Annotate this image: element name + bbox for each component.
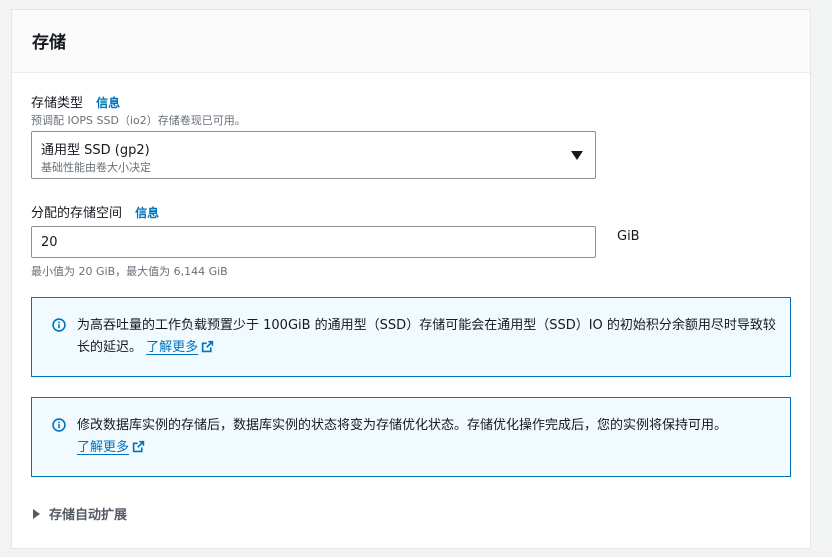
storage-panel: 存储 存储类型 信息 预调配 IOPS SSD（io2）存储卷现已可用。 通用型…	[11, 9, 811, 549]
learn-more-link[interactable]: 了解更多	[146, 340, 214, 355]
storage-type-description: 预调配 IOPS SSD（io2）存储卷现已可用。	[31, 114, 246, 127]
storage-type-label-row: 存储类型 信息	[31, 92, 120, 111]
info-icon	[52, 418, 66, 432]
allocated-storage-info-link[interactable]: 信息	[135, 206, 159, 220]
gp2-performance-alert: 为高吞吐量的工作负载预置少于 100GiB 的通用型（SSD）存储可能会在通用型…	[31, 297, 791, 377]
storage-autoscaling-label: 存储自动扩展	[49, 508, 128, 523]
external-link-icon	[132, 440, 145, 453]
alert-message: 修改数据库实例的存储后，数据库实例的状态将变为存储优化状态。存储优化操作完成后，…	[77, 415, 777, 459]
allocated-storage-constraint: 最小值为 20 GiB，最大值为 6,144 GiB	[31, 265, 228, 278]
panel-header: 存储	[12, 10, 810, 73]
info-icon	[52, 318, 66, 332]
allocated-storage-label-row: 分配的存储空间 信息	[31, 202, 159, 221]
external-link-icon	[201, 340, 214, 353]
caret-down-icon	[571, 151, 583, 160]
alert-text: 修改数据库实例的存储后，数据库实例的状态将变为存储优化状态。存储优化操作完成后，…	[77, 418, 728, 433]
learn-more-link[interactable]: 了解更多	[77, 440, 145, 455]
allocated-storage-input[interactable]	[31, 226, 596, 258]
storage-type-selected-value: 通用型 SSD (gp2)	[41, 143, 150, 158]
allocated-storage-label: 分配的存储空间	[31, 206, 123, 221]
learn-more-label: 了解更多	[146, 340, 199, 355]
storage-type-selected-description: 基础性能由卷大小决定	[41, 161, 151, 174]
storage-type-info-link[interactable]: 信息	[96, 96, 120, 110]
caret-right-icon	[33, 509, 40, 519]
storage-optimization-alert: 修改数据库实例的存储后，数据库实例的状态将变为存储优化状态。存储优化操作完成后，…	[31, 397, 791, 477]
storage-type-select[interactable]: 通用型 SSD (gp2) 基础性能由卷大小决定	[31, 131, 596, 179]
panel-title: 存储	[32, 33, 66, 53]
storage-unit-label: GiB	[617, 229, 640, 244]
storage-type-label: 存储类型	[31, 96, 84, 111]
storage-autoscaling-expander[interactable]: 存储自动扩展	[33, 504, 127, 523]
learn-more-label: 了解更多	[77, 440, 130, 455]
alert-message: 为高吞吐量的工作负载预置少于 100GiB 的通用型（SSD）存储可能会在通用型…	[77, 315, 777, 359]
